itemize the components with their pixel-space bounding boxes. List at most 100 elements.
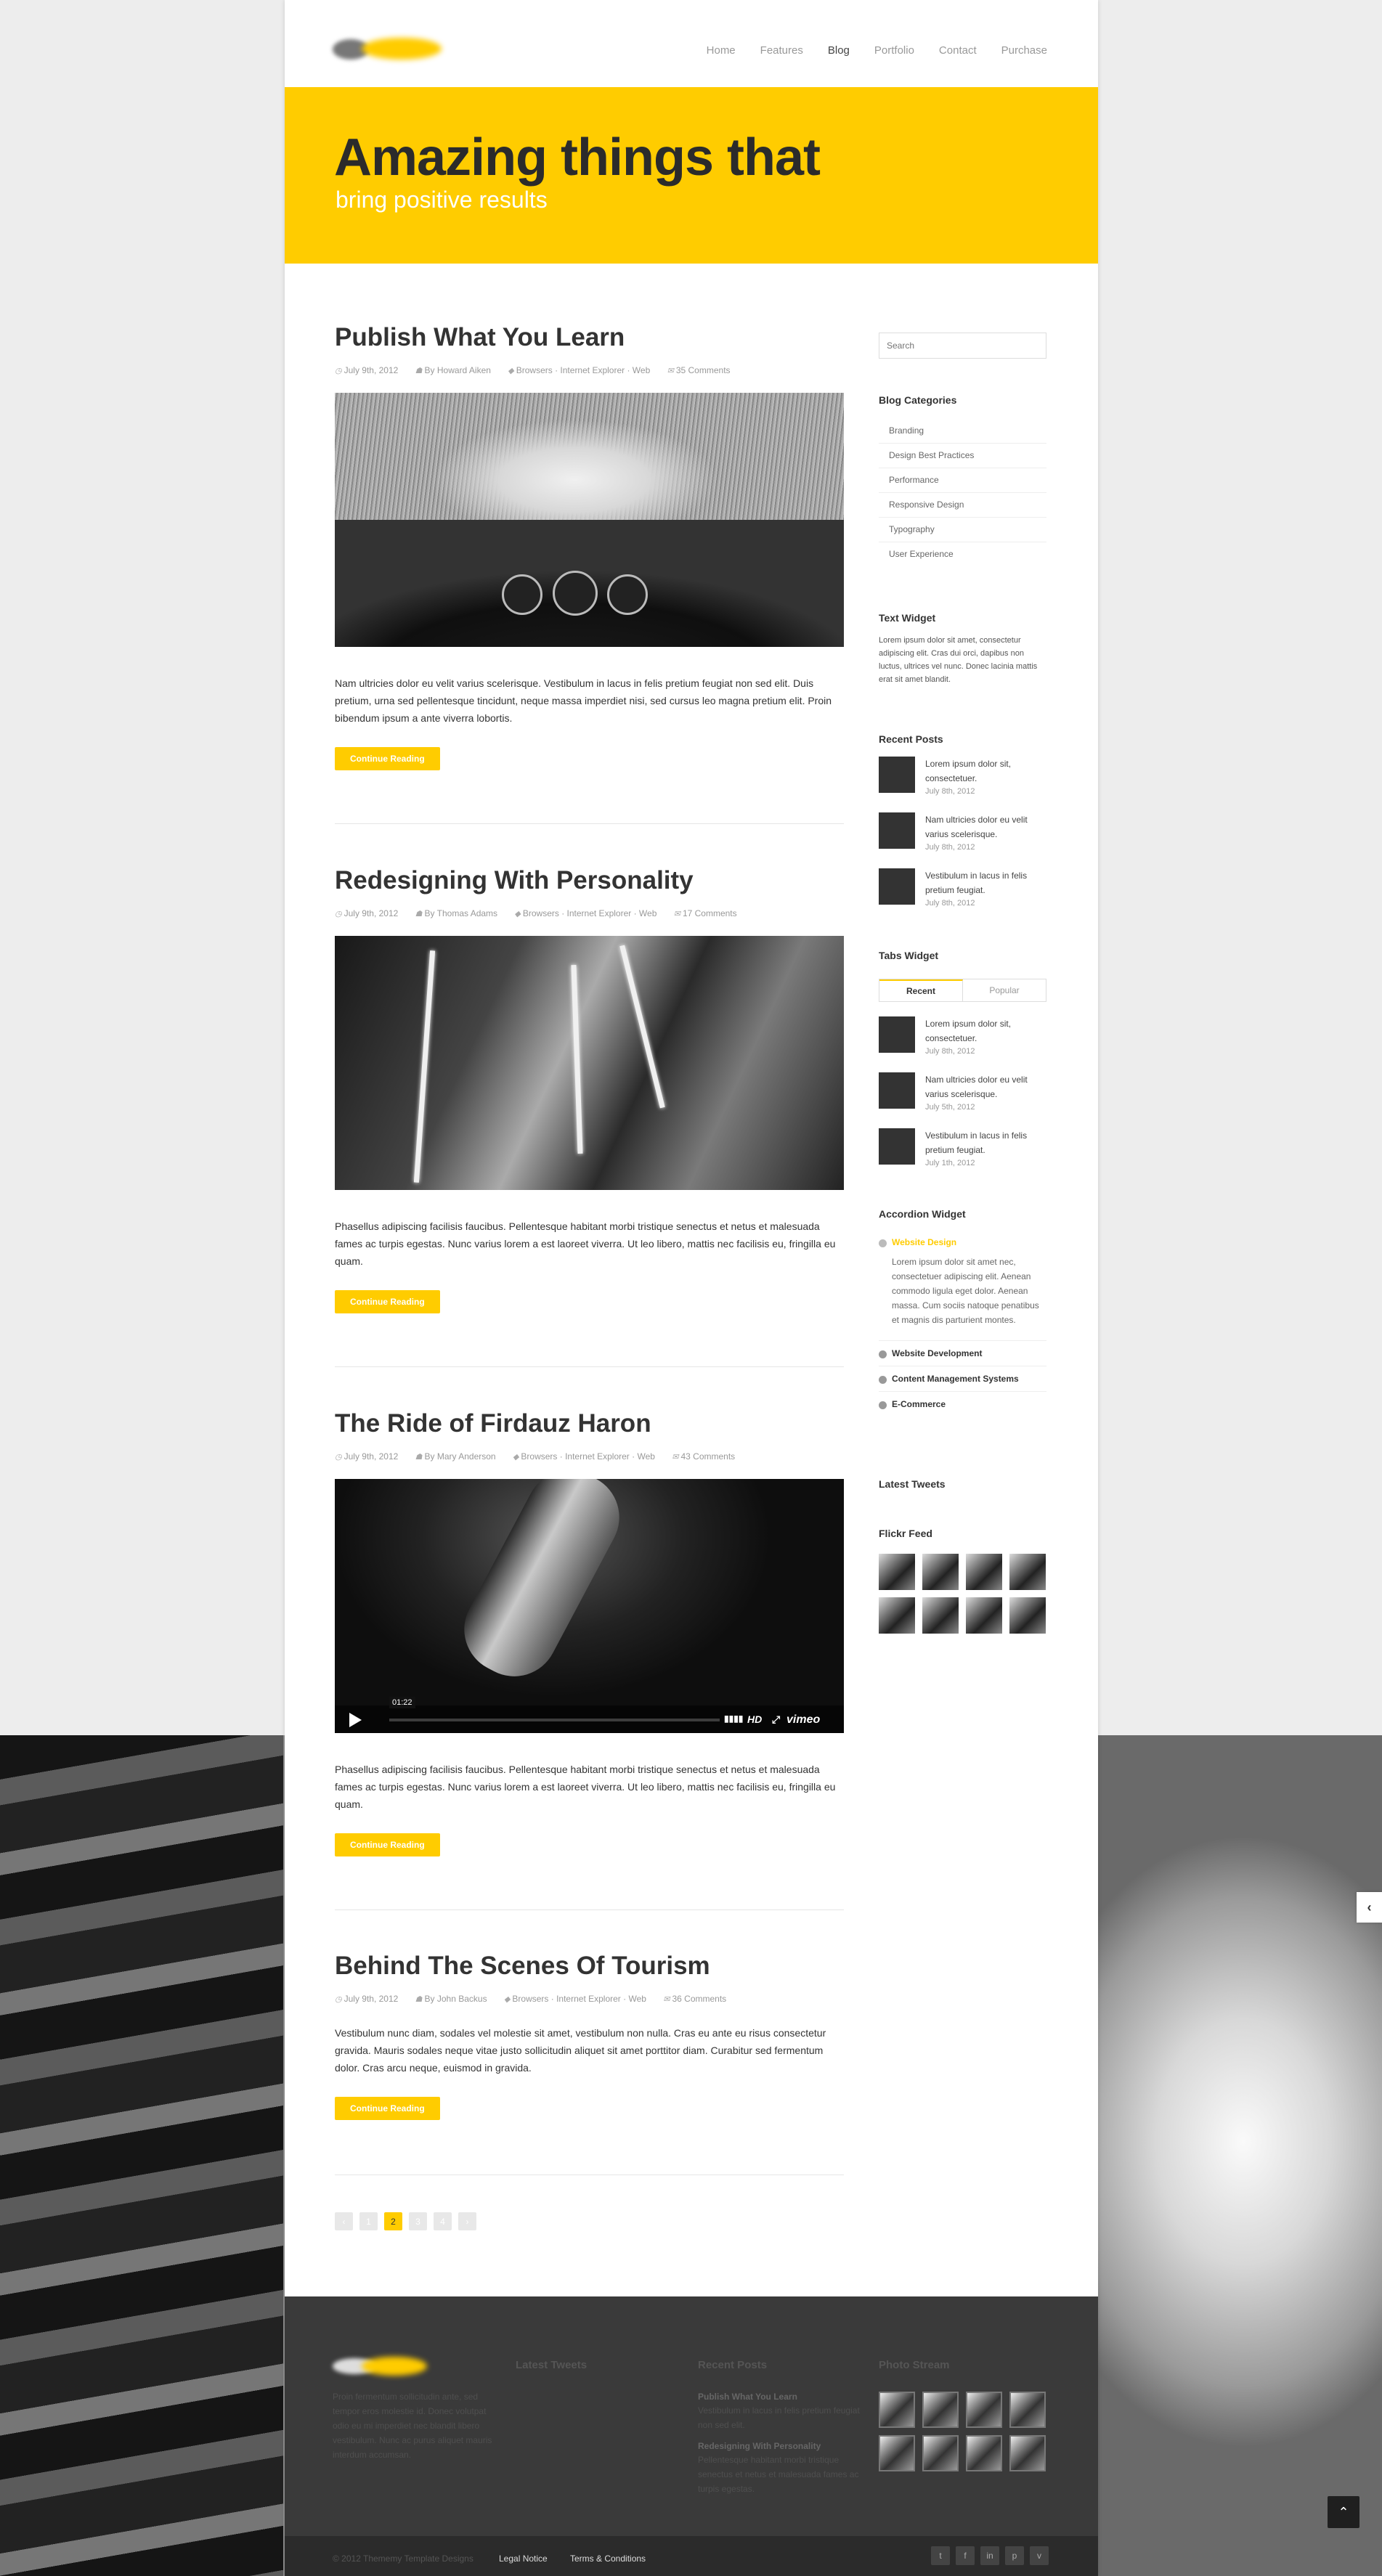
nav-features[interactable]: Features [760, 44, 803, 57]
search-input[interactable] [879, 333, 1046, 359]
flickr-photo[interactable] [966, 1554, 1002, 1590]
twitter-icon[interactable]: t [931, 2546, 950, 2565]
pagination-page[interactable]: 3 [409, 2212, 427, 2230]
category-link[interactable]: Typography [879, 518, 1046, 542]
nav-purchase[interactable]: Purchase [1001, 44, 1047, 57]
photo-stream-thumb[interactable] [922, 2435, 959, 2471]
pagination-next[interactable]: › [458, 2212, 476, 2230]
post-comments[interactable]: 17 Comments [683, 908, 737, 918]
flickr-photo[interactable] [1009, 1554, 1046, 1590]
continue-reading-button[interactable]: Continue Reading [335, 2097, 440, 2120]
footer-post-title[interactable]: Publish What You Learn [698, 2390, 865, 2403]
linkedin-icon[interactable]: in [980, 2546, 999, 2565]
post-comments[interactable]: 43 Comments [680, 1451, 735, 1462]
post-tags[interactable]: Browsers · Internet Explorer · Web [523, 908, 657, 918]
post-author[interactable]: By Howard Aiken [425, 365, 491, 375]
hd-button[interactable]: HD [747, 1713, 762, 1725]
recent-post-title[interactable]: Nam ultricies dolor eu velit varius scel… [925, 812, 1046, 841]
accordion-item-ecommerce[interactable]: E-Commerce [879, 1392, 1046, 1417]
accordion-item-website-design[interactable]: Website Design [879, 1230, 1046, 1255]
recent-post-title[interactable]: Lorem ipsum dolor sit, consectetuer. [925, 757, 1046, 786]
recent-post-item[interactable]: Nam ultricies dolor eu velit varius scel… [879, 812, 1046, 868]
post-title[interactable]: Redesigning With Personality [335, 866, 844, 895]
nav-contact[interactable]: Contact [939, 44, 977, 57]
post-thumbnail[interactable] [879, 812, 915, 849]
pagination-current[interactable]: 2 [384, 2212, 402, 2230]
tab-post-title[interactable]: Nam ultricies dolor eu velit varius scel… [925, 1072, 1046, 1101]
flickr-photo[interactable] [879, 1597, 915, 1634]
tab-post-item[interactable]: Nam ultricies dolor eu velit varius scel… [879, 1072, 1046, 1128]
tab-post-item[interactable]: Vestibulum in lacus in felis pretium feu… [879, 1128, 1046, 1184]
post-author[interactable]: By Thomas Adams [425, 908, 498, 918]
site-logo[interactable] [333, 35, 442, 64]
fullscreen-icon[interactable]: ⤢ [772, 1713, 780, 1726]
flickr-photo[interactable] [879, 1554, 915, 1590]
post-thumbnail[interactable] [879, 1128, 915, 1165]
tab-post-item[interactable]: Lorem ipsum dolor sit, consectetuer. July… [879, 1016, 1046, 1072]
category-link[interactable]: Performance [879, 468, 1046, 493]
post-comments[interactable]: 36 Comments [672, 1994, 726, 2004]
post-thumbnail[interactable] [879, 868, 915, 905]
volume-icon[interactable]: ▮▮▮▮ [724, 1713, 743, 1724]
post-image[interactable] [335, 393, 844, 647]
post-tags[interactable]: Browsers · Internet Explorer · Web [516, 365, 651, 375]
play-icon[interactable] [349, 1713, 362, 1727]
style-switcher-toggle[interactable]: ‹ [1357, 1892, 1382, 1923]
photo-stream-thumb[interactable] [879, 2392, 915, 2428]
post-title[interactable]: Publish What You Learn [335, 323, 844, 352]
facebook-icon[interactable]: f [956, 2546, 975, 2565]
accordion-item-cms[interactable]: Content Management Systems [879, 1366, 1046, 1392]
video-player[interactable]: 01:22 ▮▮▮▮ HD ⤢ vimeo [335, 1479, 844, 1733]
recent-post-item[interactable]: Vestibulum in lacus in felis pretium feu… [879, 868, 1046, 924]
recent-post-item[interactable]: Lorem ipsum dolor sit, consectetuer. July… [879, 757, 1046, 812]
pagination-page[interactable]: 4 [434, 2212, 452, 2230]
footer-post-title[interactable]: Redesigning With Personality [698, 2440, 865, 2453]
recent-post-title[interactable]: Vestibulum in lacus in felis pretium feu… [925, 868, 1046, 897]
continue-reading-button[interactable]: Continue Reading [335, 747, 440, 770]
tab-post-title[interactable]: Lorem ipsum dolor sit, consectetuer. [925, 1016, 1046, 1046]
footer-post-item[interactable]: Redesigning With Personality Pellentesque… [698, 2440, 865, 2496]
tab-popular[interactable]: Popular [963, 979, 1046, 1001]
nav-portfolio[interactable]: Portfolio [874, 44, 914, 57]
post-thumbnail[interactable] [879, 1072, 915, 1109]
photo-stream-thumb[interactable] [1009, 2392, 1046, 2428]
flickr-photo[interactable] [1009, 1597, 1046, 1634]
post-image[interactable] [335, 936, 844, 1190]
flickr-photo[interactable] [922, 1597, 959, 1634]
nav-blog[interactable]: Blog [828, 44, 850, 57]
flickr-photo[interactable] [922, 1554, 959, 1590]
flickr-photo[interactable] [966, 1597, 1002, 1634]
photo-stream-thumb[interactable] [966, 2435, 1002, 2471]
post-comments[interactable]: 35 Comments [676, 365, 731, 375]
post-thumbnail[interactable] [879, 1016, 915, 1053]
photo-stream-thumb[interactable] [966, 2392, 1002, 2428]
pagination-page[interactable]: 1 [359, 2212, 378, 2230]
tab-post-title[interactable]: Vestibulum in lacus in felis pretium feu… [925, 1128, 1046, 1157]
video-progress-bar[interactable] [389, 1719, 720, 1721]
continue-reading-button[interactable]: Continue Reading [335, 1290, 440, 1313]
vimeo-logo[interactable]: vimeo [786, 1713, 820, 1727]
vimeo-icon[interactable]: v [1030, 2546, 1049, 2565]
post-tags[interactable]: Browsers · Internet Explorer · Web [512, 1994, 646, 2004]
footer-logo[interactable] [333, 2354, 427, 2380]
pagination-prev[interactable]: ‹ [335, 2212, 353, 2230]
back-to-top-button[interactable]: ⌃ [1328, 2496, 1359, 2528]
category-link[interactable]: Design Best Practices [879, 444, 1046, 468]
post-thumbnail[interactable] [879, 757, 915, 793]
post-title[interactable]: Behind The Scenes Of Tourism [335, 1952, 844, 1981]
photo-stream-thumb[interactable] [879, 2435, 915, 2471]
post-author[interactable]: By John Backus [425, 1994, 487, 2004]
post-tags[interactable]: Browsers · Internet Explorer · Web [521, 1451, 655, 1462]
photo-stream-thumb[interactable] [922, 2392, 959, 2428]
category-link[interactable]: User Experience [879, 542, 1046, 566]
post-author[interactable]: By Mary Anderson [425, 1451, 496, 1462]
post-title[interactable]: The Ride of Firdauz Haron [335, 1409, 844, 1438]
category-link[interactable]: Branding [879, 419, 1046, 444]
tab-recent[interactable]: Recent [879, 979, 963, 1001]
pinterest-icon[interactable]: p [1005, 2546, 1024, 2565]
accordion-item-website-development[interactable]: Website Development [879, 1341, 1046, 1366]
terms-link[interactable]: Terms & Conditions [570, 2553, 646, 2564]
footer-post-item[interactable]: Publish What You Learn Vestibulum in lacu… [698, 2390, 865, 2432]
nav-home[interactable]: Home [707, 44, 736, 57]
continue-reading-button[interactable]: Continue Reading [335, 1833, 440, 1856]
